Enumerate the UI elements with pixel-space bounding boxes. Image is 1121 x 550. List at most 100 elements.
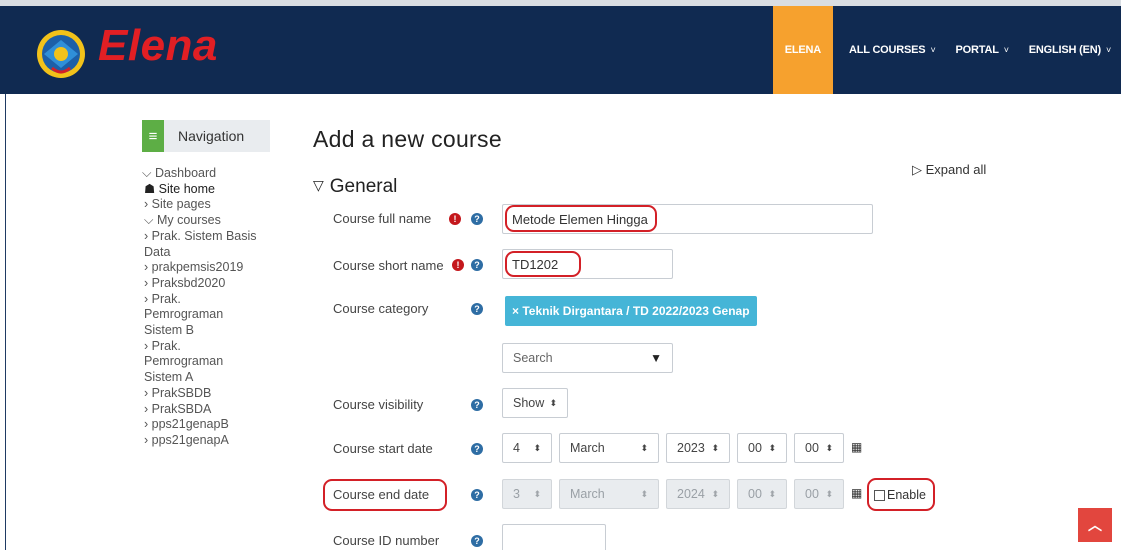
end-day-value: 3: [513, 487, 520, 501]
end-day-select[interactable]: 3 ⬍: [502, 479, 552, 509]
updown-arrow-icon: ⬍: [825, 488, 833, 499]
category-search-placeholder: Search: [513, 351, 553, 365]
nav-all-courses-label: ALL COURSES: [849, 44, 926, 56]
nav-language[interactable]: ENGLISH (EN) ˅: [1019, 6, 1121, 94]
nav-all-courses[interactable]: ALL COURSES ˅: [839, 6, 946, 94]
updown-arrow-icon: ⬍: [825, 442, 833, 453]
chevron-down-icon: ˅: [930, 45, 936, 55]
updown-arrow-icon: ⬍: [768, 442, 776, 453]
course-id-number-input[interactable]: [502, 524, 606, 550]
chevron-down-icon: ˅: [1003, 45, 1009, 55]
end-date-enable[interactable]: Enable: [874, 488, 926, 502]
caret-down-icon: ▼: [650, 351, 662, 365]
start-date-label: Course start date: [333, 441, 433, 456]
nav-tree-course[interactable]: › PrakSBDA: [142, 402, 277, 418]
page-title: Add a new course: [313, 126, 502, 152]
updown-arrow-icon: ⬍: [640, 442, 648, 453]
enable-checkbox[interactable]: [874, 489, 885, 501]
page-edge-line: [5, 94, 6, 550]
help-icon[interactable]: ?: [471, 303, 483, 315]
category-search-select[interactable]: Search ▼: [502, 343, 673, 373]
visibility-select[interactable]: Show ⬍: [502, 388, 568, 418]
enable-label: Enable: [887, 488, 926, 502]
visibility-label: Course visibility: [333, 397, 424, 412]
navigation-tree: ⌵ Dashboard ☗ Site home › Site pages ⌵ M…: [142, 166, 277, 449]
updown-arrow-icon: ⬍: [533, 442, 541, 453]
start-month-value: March: [570, 441, 605, 455]
end-month-select[interactable]: March ⬍: [559, 479, 659, 509]
required-icon: !: [449, 213, 461, 225]
end-date-label: Course end date: [333, 487, 430, 502]
end-month-value: March: [570, 487, 605, 501]
course-short-name-input[interactable]: TD1202: [502, 249, 673, 279]
end-year-select[interactable]: 2024 ⬍: [666, 479, 730, 509]
updown-arrow-icon: ⬍: [640, 488, 648, 499]
category-tag[interactable]: × Teknik Dirgantara / TD 2022/2023 Genap: [505, 296, 757, 326]
navigation-block-header: ≡ Navigation: [142, 120, 270, 152]
visibility-value: Show: [513, 396, 545, 410]
nav-tree-course[interactable]: › pps21genapB: [142, 417, 277, 433]
calendar-icon[interactable]: ▦: [851, 440, 862, 454]
required-icon: !: [452, 259, 464, 271]
caret-down-icon: ▽: [313, 177, 324, 193]
help-icon[interactable]: ?: [471, 213, 483, 225]
start-day-value: 4: [513, 441, 520, 455]
start-hour-value: 00: [748, 441, 762, 455]
nav-elena-label: ELENA: [784, 44, 821, 56]
start-minute-value: 00: [805, 441, 819, 455]
end-year-value: 2024: [677, 487, 705, 501]
section-general-toggle[interactable]: ▽ General: [313, 176, 397, 198]
nav-language-label: ENGLISH (EN): [1028, 44, 1101, 56]
nav-portal[interactable]: PORTAL ˅: [946, 6, 1019, 94]
nav-tree-course[interactable]: › Prak. Pemrograman Sistem B: [142, 292, 277, 339]
site-brand[interactable]: Elena: [98, 21, 218, 71]
nav-tree-site-pages[interactable]: › Site pages: [142, 197, 277, 213]
nav-tree-course[interactable]: › Prak. Sistem Basis Data: [142, 229, 277, 260]
full-name-label: Course full name: [333, 211, 432, 226]
help-icon[interactable]: ?: [471, 489, 483, 501]
nav-tree-course[interactable]: › prakpemsis2019: [142, 260, 272, 276]
nav-tree-course[interactable]: › pps21genapA: [142, 433, 277, 449]
end-hour-select[interactable]: 00 ⬍: [737, 479, 787, 509]
nav-portal-label: PORTAL: [955, 44, 999, 56]
nav-tree-course[interactable]: › PrakSBDB: [142, 386, 277, 402]
nav-tree-course[interactable]: › Praksbd2020: [142, 276, 277, 292]
id-number-label: Course ID number: [333, 533, 440, 548]
start-year-select[interactable]: 2023 ⬍: [666, 433, 730, 463]
help-icon[interactable]: ?: [471, 443, 483, 455]
start-month-select[interactable]: March ⬍: [559, 433, 659, 463]
help-icon[interactable]: ?: [471, 399, 483, 411]
start-year-value: 2023: [677, 441, 705, 455]
updown-arrow-icon: ⬍: [711, 442, 719, 453]
navigation-block-title: Navigation: [178, 128, 245, 144]
category-label: Course category: [333, 301, 429, 316]
help-icon[interactable]: ?: [471, 259, 483, 271]
nav-tree-dashboard[interactable]: ⌵ Dashboard: [142, 166, 277, 182]
chevron-up-icon: ︿: [1088, 517, 1102, 533]
nav-elena[interactable]: ELENA: [772, 6, 833, 94]
logo-icon[interactable]: [32, 28, 90, 80]
start-hour-select[interactable]: 00 ⬍: [737, 433, 787, 463]
updown-arrow-icon: ⬍: [533, 488, 541, 499]
top-navbar: Elena ELENA ALL COURSES ˅ PORTAL ˅ ENGLI…: [0, 0, 1121, 94]
end-minute-select[interactable]: 00 ⬍: [794, 479, 844, 509]
start-day-select[interactable]: 4 ⬍: [502, 433, 552, 463]
chevron-down-icon: ˅: [1105, 45, 1111, 55]
end-hour-value: 00: [748, 487, 762, 501]
hamburger-icon[interactable]: ≡: [142, 120, 164, 152]
short-name-label: Course short name: [333, 258, 444, 273]
calendar-icon[interactable]: ▦: [851, 486, 862, 500]
help-icon[interactable]: ?: [471, 535, 483, 547]
nav-tree-site-home[interactable]: ☗ Site home: [142, 182, 277, 198]
top-nav-menu: ELENA ALL COURSES ˅ PORTAL ˅ ENGLISH (EN…: [772, 6, 1121, 94]
course-full-name-input[interactable]: Metode Elemen Hingga: [502, 204, 873, 234]
back-to-top-button[interactable]: ︿: [1078, 508, 1112, 542]
nav-tree-course[interactable]: › Prak. Pemrograman Sistem A: [142, 339, 277, 386]
updown-arrow-icon: ⬍: [768, 488, 776, 499]
expand-all-link[interactable]: ▷ Expand all: [912, 162, 986, 178]
updown-arrow-icon: ⬍: [711, 488, 719, 499]
updown-arrow-icon: ⬍: [549, 397, 557, 408]
start-minute-select[interactable]: 00 ⬍: [794, 433, 844, 463]
course-short-name-value: TD1202: [512, 256, 559, 272]
nav-tree-my-courses[interactable]: ⌵ My courses: [142, 213, 277, 229]
